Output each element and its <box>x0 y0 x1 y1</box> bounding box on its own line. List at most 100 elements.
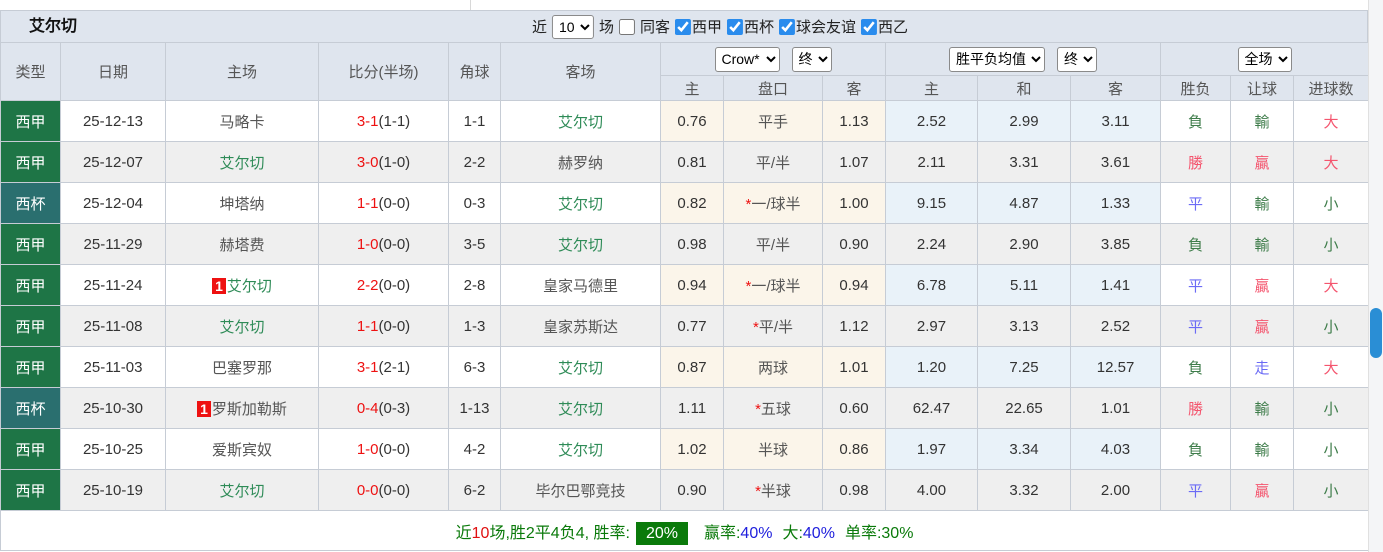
handicap-cell: *一/球半 <box>724 265 823 306</box>
segunda-checkbox[interactable] <box>861 19 877 35</box>
match-date: 25-10-25 <box>61 429 166 470</box>
avg-home-cell: 4.00 <box>886 470 978 511</box>
same-opponent-label: 同客 <box>640 16 670 37</box>
fulltime-score: 1-1 <box>357 195 379 212</box>
away-team-cell: 艾尔切 <box>501 429 661 470</box>
handicap-result-cell: 輸 <box>1231 101 1294 142</box>
handicap-result-cell: 贏 <box>1231 306 1294 347</box>
match-type-badge: 西甲 <box>1 306 61 347</box>
home-team-cell: 1罗斯加勒斯 <box>166 388 319 429</box>
handicap-text: 两球 <box>758 360 788 377</box>
home-team-name: 赫塔费 <box>219 237 264 254</box>
goals-result-cell: 小 <box>1294 429 1369 470</box>
handicap-text: 半球 <box>758 442 788 459</box>
avg-draw-cell: 7.25 <box>978 347 1071 388</box>
avg-odds-select[interactable]: 胜平负均值 <box>949 47 1045 72</box>
home-team-name: 马略卡 <box>219 114 264 131</box>
home-team-cell: 艾尔切 <box>166 306 319 347</box>
same-opponent-checkbox[interactable] <box>619 19 635 35</box>
match-type-badge: 西杯 <box>1 388 61 429</box>
odds-away-cell: 0.86 <box>823 429 886 470</box>
team-bar: 艾尔切 近 10 场 同客 西甲 西杯 球会友谊 西乙 <box>0 10 1368 42</box>
match-date: 25-10-30 <box>61 388 166 429</box>
scope-select[interactable]: 全场 <box>1238 47 1292 72</box>
bookmaker-time-select[interactable]: 终 <box>792 47 832 72</box>
subheader-handicap-result: 让球 <box>1231 76 1294 101</box>
handicap-result-cell: 輸 <box>1231 224 1294 265</box>
odds-away-cell: 0.98 <box>823 470 886 511</box>
avg-home-cell: 9.15 <box>886 183 978 224</box>
away-team-cell: 皇家苏斯达 <box>501 306 661 347</box>
home-team-name: 艾尔切 <box>219 483 264 500</box>
home-team-cell: 马略卡 <box>166 101 319 142</box>
odds-away-cell: 1.00 <box>823 183 886 224</box>
handicap-cell: *一/球半 <box>724 183 823 224</box>
subheader-avg-draw: 和 <box>978 76 1071 101</box>
odd-rate-value: 30% <box>881 525 913 542</box>
avg-time-select[interactable]: 终 <box>1057 47 1097 72</box>
away-team-cell: 艾尔切 <box>501 388 661 429</box>
friendly-checkbox[interactable] <box>779 19 795 35</box>
away-team-cell: 毕尔巴鄂竞技 <box>501 470 661 511</box>
corners-cell: 3-5 <box>449 224 501 265</box>
odds-home-cell: 0.82 <box>661 183 724 224</box>
match-type-badge: 西甲 <box>1 224 61 265</box>
divider <box>470 0 471 10</box>
laliga-label: 西甲 <box>692 16 722 37</box>
avg-away-cell: 2.52 <box>1071 306 1161 347</box>
corners-cell: 1-1 <box>449 101 501 142</box>
odds-home-cell: 0.87 <box>661 347 724 388</box>
match-type-badge: 西甲 <box>1 470 61 511</box>
avg-away-cell: 3.85 <box>1071 224 1161 265</box>
recent-count-select[interactable]: 10 <box>552 15 594 39</box>
fulltime-score: 0-4 <box>357 400 379 417</box>
table-row: 西甲 25-10-19 艾尔切 0-0(0-0) 6-2 毕尔巴鄂竞技 0.90… <box>1 470 1369 511</box>
halftime-score: (0-3) <box>379 400 411 417</box>
col-header-corner: 角球 <box>449 43 501 101</box>
laliga-checkbox[interactable] <box>675 19 691 35</box>
avg-home-cell: 2.11 <box>886 142 978 183</box>
match-date: 25-11-29 <box>61 224 166 265</box>
segunda-label: 西乙 <box>878 16 908 37</box>
col-header-date: 日期 <box>61 43 166 101</box>
wdl-result-cell: 勝 <box>1161 142 1231 183</box>
avg-away-cell: 1.41 <box>1071 265 1161 306</box>
halftime-score: (0-0) <box>379 277 411 294</box>
odds-home-cell: 0.81 <box>661 142 724 183</box>
wdl-result-cell: 平 <box>1161 183 1231 224</box>
odds-home-cell: 0.77 <box>661 306 724 347</box>
match-date: 25-11-08 <box>61 306 166 347</box>
score-cell: 1-1(0-0) <box>319 183 449 224</box>
wdl-result-cell: 平 <box>1161 306 1231 347</box>
copa-checkbox[interactable] <box>727 19 743 35</box>
avg-draw-cell: 4.87 <box>978 183 1071 224</box>
home-team-name: 坤塔纳 <box>219 196 264 213</box>
handicap-cell: 平手 <box>724 101 823 142</box>
away-team-cell: 赫罗纳 <box>501 142 661 183</box>
away-team-cell: 皇家马德里 <box>501 265 661 306</box>
away-team-name: 赫罗纳 <box>558 155 603 172</box>
handicap-rate-value: 40% <box>740 525 772 542</box>
bookmaker-select[interactable]: Crow* <box>715 47 780 72</box>
corners-cell: 1-13 <box>449 388 501 429</box>
fulltime-score: 3-1 <box>357 113 379 130</box>
corners-cell: 2-2 <box>449 142 501 183</box>
match-type-badge: 西杯 <box>1 183 61 224</box>
home-team-cell: 爱斯宾奴 <box>166 429 319 470</box>
handicap-rate-label: 赢率: <box>704 525 740 542</box>
home-team-cell: 艾尔切 <box>166 470 319 511</box>
handicap-result-cell: 走 <box>1231 347 1294 388</box>
odd-rate-label: 单率: <box>845 525 881 542</box>
avg-away-cell: 3.61 <box>1071 142 1161 183</box>
home-team-name: 爱斯宾奴 <box>212 442 272 459</box>
odds-away-cell: 1.07 <box>823 142 886 183</box>
avg-home-cell: 2.52 <box>886 101 978 142</box>
recent-label: 近 <box>532 16 547 37</box>
summary-recent-count: 10 <box>472 525 490 542</box>
scrollbar-track[interactable] <box>1368 0 1383 552</box>
scrollbar-thumb[interactable] <box>1370 308 1382 358</box>
bookmaker-select-cell: Crow* 终 <box>661 43 886 76</box>
handicap-cell: 平/半 <box>724 224 823 265</box>
away-team-name: 毕尔巴鄂竞技 <box>535 483 625 500</box>
handicap-text: 平/半 <box>756 155 790 172</box>
